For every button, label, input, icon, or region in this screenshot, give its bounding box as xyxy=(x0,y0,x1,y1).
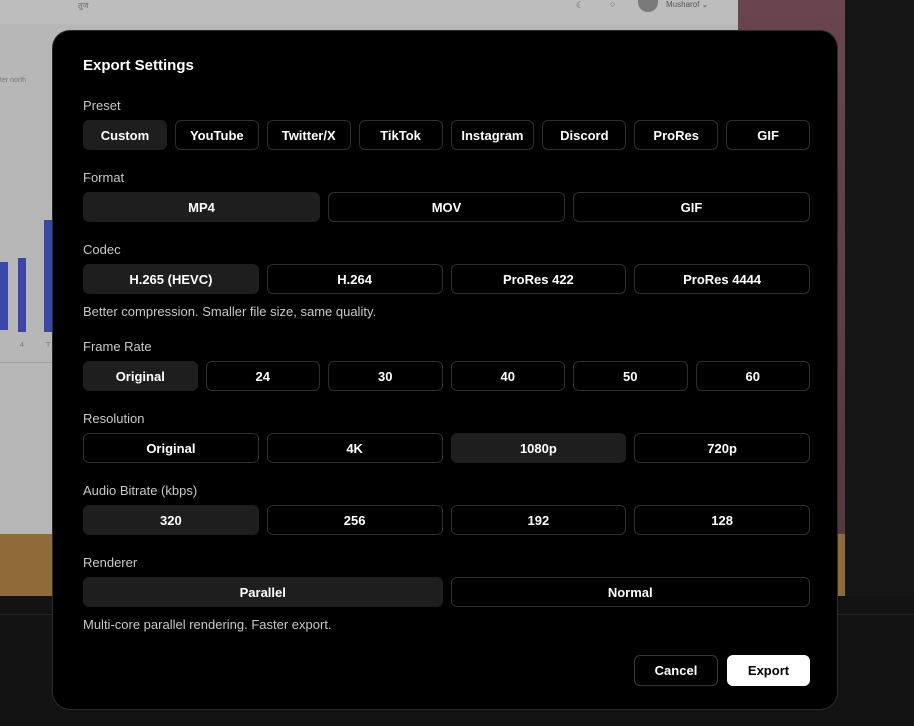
frame-rate-40-button[interactable]: 40 xyxy=(450,361,565,391)
codec-prores4444-button[interactable]: ProRes 4444 xyxy=(634,264,810,294)
audio-bitrate-320-button[interactable]: 320 xyxy=(83,505,259,535)
frame-rate-24-button[interactable]: 24 xyxy=(205,361,320,391)
preset-discord-button[interactable]: Discord xyxy=(542,120,627,150)
background-axis-label: 4 xyxy=(20,342,24,349)
codec-hint: Better compression. Smaller file size, s… xyxy=(83,304,377,319)
audio-bitrate-256-button[interactable]: 256 xyxy=(266,505,443,535)
background-side-text: ter north xyxy=(0,77,27,84)
preset-twitter-button[interactable]: Twitter/X xyxy=(266,120,351,150)
format-mov-button[interactable]: MOV xyxy=(328,192,565,222)
codec-h264-button[interactable]: H.264 xyxy=(266,264,443,294)
preset-options: Custom YouTube Twitter/X TikTok Instagra… xyxy=(83,120,810,150)
resolution-4k-button[interactable]: 4K xyxy=(266,433,443,463)
background-chart-bar xyxy=(0,262,8,330)
frame-rate-options: Original 24 30 40 50 60 xyxy=(83,361,810,391)
resolution-original-button[interactable]: Original xyxy=(83,433,259,463)
export-settings-dialog: Export Settings Preset Custom YouTube Tw… xyxy=(52,30,838,710)
resolution-options: Original 4K 1080p 720p xyxy=(83,433,810,463)
frame-rate-50-button[interactable]: 50 xyxy=(573,361,688,391)
background-chart-bar xyxy=(44,220,52,332)
codec-label: Codec xyxy=(83,242,121,257)
background-topbar: तुज ☾ ○ Musharof ⌄ xyxy=(0,0,845,24)
format-mp4-button[interactable]: MP4 xyxy=(83,192,320,222)
renderer-options: Parallel Normal xyxy=(83,577,810,607)
audio-bitrate-128-button[interactable]: 128 xyxy=(634,505,810,535)
preset-tiktok-button[interactable]: TikTok xyxy=(358,120,443,150)
resolution-label: Resolution xyxy=(83,411,145,426)
renderer-label: Renderer xyxy=(83,555,138,570)
frame-rate-60-button[interactable]: 60 xyxy=(695,361,810,391)
audio-bitrate-options: 320 256 192 128 xyxy=(83,505,810,535)
moon-icon: ☾ xyxy=(576,0,585,10)
frame-rate-30-button[interactable]: 30 xyxy=(328,361,443,391)
format-gif-button[interactable]: GIF xyxy=(573,192,810,222)
audio-bitrate-label: Audio Bitrate (kbps) xyxy=(83,483,198,498)
avatar xyxy=(638,0,658,12)
dialog-title: Export Settings xyxy=(83,57,194,74)
preset-youtube-button[interactable]: YouTube xyxy=(174,120,259,150)
background-axis-label: T xyxy=(46,342,51,349)
codec-prores422-button[interactable]: ProRes 422 xyxy=(450,264,627,294)
codec-h265-button[interactable]: H.265 (HEVC) xyxy=(83,264,259,294)
preset-custom-button[interactable]: Custom xyxy=(83,120,167,150)
frame-rate-label: Frame Rate xyxy=(83,339,152,354)
renderer-normal-button[interactable]: Normal xyxy=(450,577,810,607)
background-chart-bar xyxy=(18,258,26,332)
renderer-hint: Multi-core parallel rendering. Faster ex… xyxy=(83,617,332,632)
export-button[interactable]: Export xyxy=(727,655,810,686)
codec-options: H.265 (HEVC) H.264 ProRes 422 ProRes 444… xyxy=(83,264,810,294)
bell-icon: ○ xyxy=(610,0,616,9)
background-divider xyxy=(0,362,60,363)
renderer-parallel-button[interactable]: Parallel xyxy=(83,577,443,607)
background-username: Musharof ⌄ xyxy=(666,0,709,9)
preset-instagram-button[interactable]: Instagram xyxy=(450,120,535,150)
preset-gif-button[interactable]: GIF xyxy=(726,120,810,150)
audio-bitrate-192-button[interactable]: 192 xyxy=(450,505,627,535)
frame-rate-original-button[interactable]: Original xyxy=(83,361,198,391)
preset-prores-button[interactable]: ProRes xyxy=(634,120,719,150)
format-label: Format xyxy=(83,170,125,185)
resolution-720p-button[interactable]: 720p xyxy=(634,433,810,463)
background-breadcrumb: तुज xyxy=(78,1,89,10)
format-options: MP4 MOV GIF xyxy=(83,192,810,222)
cancel-button[interactable]: Cancel xyxy=(634,655,718,686)
preset-label: Preset xyxy=(83,98,121,113)
resolution-1080p-button[interactable]: 1080p xyxy=(450,433,627,463)
